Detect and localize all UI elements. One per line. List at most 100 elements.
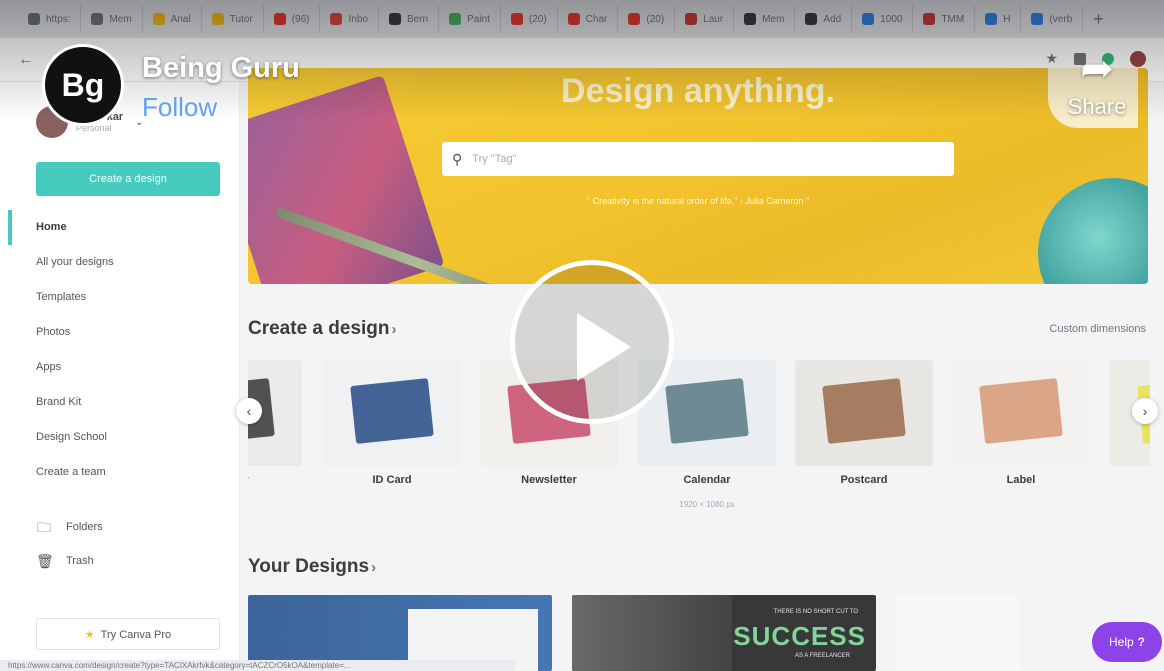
browser-tab[interactable]: Mem [734, 5, 796, 33]
search-icon: ⚲ [452, 150, 463, 167]
channel-logo[interactable]: Bg [42, 44, 124, 126]
favicon-icon [449, 13, 462, 25]
browser-tab[interactable]: (20) [618, 5, 676, 33]
play-icon [577, 313, 631, 381]
browser-tab[interactable]: 1000 [852, 5, 914, 33]
favicon-icon [923, 13, 936, 25]
question-icon: ? [1137, 635, 1146, 649]
sidebar-item-templates[interactable]: Templates [0, 280, 240, 315]
hero-quote: " Creativity is the natural order of lif… [586, 196, 810, 206]
browser-tab-label: Laur [703, 13, 724, 25]
favicon-icon [28, 13, 40, 25]
browser-tab[interactable]: Anal [143, 5, 202, 33]
custom-dimensions-link[interactable]: Custom dimensions [1049, 323, 1146, 335]
favicon-icon [1031, 13, 1044, 25]
star-icon: ★ [84, 628, 95, 641]
favicon-icon [567, 13, 580, 25]
share-button[interactable]: ➦ Share [1052, 44, 1142, 120]
hero-banner: Design anything. ⚲ Try "Tag" " Creativit… [248, 68, 1148, 284]
share-icon: ➦ [1080, 47, 1114, 91]
favicon-icon [152, 13, 165, 25]
search-input[interactable]: ⚲ Try "Tag" [442, 142, 954, 176]
create-design-button[interactable]: Create a design [36, 162, 220, 196]
browser-tab[interactable]: Mem [81, 5, 143, 33]
sidebar-item-label: Folders [66, 521, 103, 533]
browser-tab-label: Char [585, 13, 608, 25]
try-canva-pro-button[interactable]: ★ Try Canva Pro [36, 618, 220, 650]
create-design-heading[interactable]: Create a design › [248, 318, 397, 340]
chevron-right-icon: › [391, 321, 397, 338]
new-tab-button[interactable]: + [1093, 9, 1104, 30]
favicon-icon [985, 13, 998, 25]
design-type-label: Cover [248, 474, 302, 486]
favicon-icon [273, 13, 286, 25]
design-text: AS A FREELANCER [794, 653, 850, 659]
trash-icon: 🗑 [36, 553, 54, 569]
carousel-next-button[interactable]: › [1132, 398, 1158, 424]
browser-tab[interactable]: Inbo [320, 5, 379, 33]
browser-tab[interactable]: (20) [501, 5, 558, 33]
try-canva-pro-label: Try Canva Pro [100, 628, 172, 641]
design-type-label: ID Card [372, 474, 412, 486]
sidebar-item-all-your-designs[interactable]: All your designs [0, 245, 240, 280]
play-button[interactable] [510, 260, 674, 424]
design-type-mockup [665, 378, 749, 444]
help-button[interactable]: Help? [1092, 622, 1162, 662]
browser-tab-label: Paint [467, 13, 490, 25]
browser-tab-label: Mem [109, 13, 132, 25]
sidebar-item-design-school[interactable]: Design School [0, 420, 240, 455]
browser-tab-label: TMM [941, 13, 965, 25]
sidebar-item-photos[interactable]: Photos [0, 315, 240, 350]
browser-tab[interactable]: https: [18, 5, 82, 33]
browser-tab[interactable]: Char [558, 5, 619, 33]
your-designs-heading[interactable]: Your Designs › [248, 556, 376, 578]
browser-tab[interactable]: Paint [439, 5, 501, 33]
share-label: Share [1067, 94, 1127, 119]
browser-tab-label: https: [46, 13, 71, 25]
browser-tab[interactable]: Laur [675, 5, 735, 33]
design-thumbnail[interactable] [896, 595, 1020, 671]
chevron-right-icon: › [371, 559, 377, 576]
sidebar-nav: Home All your designs Templates Photos Apps B… [0, 210, 240, 490]
design-type-mockup [350, 378, 434, 444]
favicon-icon [388, 13, 401, 25]
favicon-icon [685, 13, 698, 25]
follow-button[interactable]: Follow [142, 92, 217, 123]
sidebar-item-home[interactable]: Home [0, 210, 240, 245]
design-type-mockup [822, 378, 906, 444]
sidebar-item-brand-kit[interactable]: Brand Kit [0, 385, 240, 420]
design-thumbnail[interactable]: THERE IS NO SHORT CUT TO SUCCESS AS A FR… [572, 595, 876, 671]
favicon-icon [805, 13, 818, 25]
design-photo [572, 595, 732, 671]
browser-tab[interactable]: (96) [264, 5, 321, 33]
design-type-label: An [1110, 474, 1150, 486]
sidebar-item-apps[interactable]: Apps [0, 350, 240, 385]
browser-tab[interactable]: TMM [913, 5, 976, 33]
browser-tab[interactable]: (verb [1021, 5, 1084, 33]
back-arrow-icon[interactable]: ← [18, 51, 34, 69]
channel-name[interactable]: Being Guru [142, 52, 300, 85]
design-type-card[interactable]: Postcard [795, 360, 933, 486]
favicon-icon [510, 13, 523, 25]
browser-tab-label: Tutor [229, 13, 253, 25]
browser-tab-bar: https: Mem Anal Tutor (96) Inbo Bern Paint (20) C… [0, 0, 1164, 38]
favicon-icon [628, 13, 641, 25]
hero-paint-cup-image [1038, 178, 1148, 284]
browser-tab[interactable]: H [975, 5, 1022, 33]
browser-tab[interactable]: Bern [379, 5, 440, 33]
browser-tab[interactable]: Add [795, 5, 853, 33]
browser-tab[interactable]: Tutor [202, 5, 264, 33]
design-type-carousel: Cover ID Card Newsletter Calendar 1920 × 108… [248, 360, 1150, 520]
sidebar-item-create-a-team[interactable]: Create a team [0, 455, 240, 490]
sidebar-item-folders[interactable]: 🗀 Folders [0, 510, 240, 544]
design-text: SUCCESS [733, 621, 866, 651]
browser-tab-label: Bern [406, 13, 429, 25]
design-type-card[interactable]: Label [952, 360, 1090, 486]
sidebar-item-label: Trash [66, 555, 94, 567]
browser-tab-label: (20) [646, 13, 665, 25]
browser-tab-label: 1000 [880, 13, 903, 25]
carousel-prev-button[interactable]: ‹ [236, 398, 262, 424]
sidebar-item-trash[interactable]: 🗑 Trash [0, 544, 240, 578]
design-type-card[interactable]: ID Card [323, 360, 461, 486]
browser-tab-label: H [1003, 13, 1011, 25]
